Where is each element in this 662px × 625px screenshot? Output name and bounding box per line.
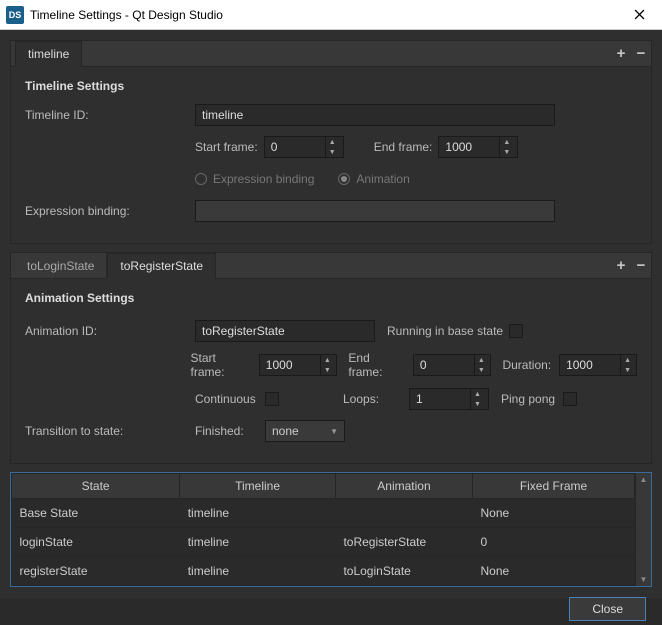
start-frame-label: Start frame: (195, 140, 258, 154)
scroll-down-icon[interactable]: ▼ (636, 573, 651, 586)
spin-down-icon[interactable]: ▼ (326, 147, 339, 157)
duration-label: Duration: (502, 358, 553, 372)
expression-binding-label: Expression binding: (25, 204, 195, 218)
spin-down-icon[interactable]: ▼ (321, 365, 334, 375)
spin-down-icon[interactable]: ▼ (471, 399, 484, 409)
app-icon: DS (6, 6, 24, 24)
expression-binding-input (195, 200, 555, 222)
finished-combo[interactable]: none ▼ (265, 420, 345, 442)
table-header-row: State Timeline Animation Fixed Frame (12, 474, 635, 499)
spin-up-icon[interactable]: ▲ (500, 137, 513, 147)
close-button[interactable]: Close (569, 597, 646, 621)
tab-timeline[interactable]: timeline (15, 41, 82, 67)
loops-label: Loops: (343, 392, 403, 406)
spin-down-icon[interactable]: ▼ (621, 365, 634, 375)
col-timeline[interactable]: Timeline (180, 474, 336, 499)
state-table: State Timeline Animation Fixed Frame Bas… (10, 472, 652, 587)
timeline-panel: timeline + − Timeline Settings Timeline … (10, 40, 652, 244)
anim-start-frame-label: Start frame: (191, 351, 253, 379)
spin-up-icon[interactable]: ▲ (326, 137, 339, 147)
radio-expression-binding[interactable]: Expression binding (195, 172, 314, 186)
timeline-id-input[interactable] (195, 104, 555, 126)
table-row[interactable]: registerState timeline toLoginState None (12, 557, 635, 586)
spin-up-icon[interactable]: ▲ (321, 355, 334, 365)
anim-start-frame-input[interactable]: ▲▼ (259, 354, 337, 376)
add-timeline-button[interactable]: + (611, 45, 631, 63)
timeline-id-label: Timeline ID: (25, 108, 195, 122)
spin-up-icon[interactable]: ▲ (475, 355, 488, 365)
window-title: Timeline Settings - Qt Design Studio (30, 8, 617, 22)
anim-end-frame-label: End frame: (348, 351, 406, 379)
finished-label: Finished: (195, 424, 259, 438)
running-base-state-label: Running in base state (387, 324, 503, 338)
spin-down-icon[interactable]: ▼ (500, 147, 513, 157)
transition-to-state-label: Transition to state: (25, 424, 195, 438)
remove-animation-button[interactable]: − (631, 257, 651, 275)
tab-to-login-state[interactable]: toLoginState (15, 254, 107, 278)
pingpong-label: Ping pong (501, 392, 557, 406)
spin-up-icon[interactable]: ▲ (471, 389, 484, 399)
anim-end-frame-input[interactable]: ▲▼ (413, 354, 491, 376)
animation-panel: toLoginState toRegisterState + − Animati… (10, 252, 652, 464)
duration-input[interactable]: ▲▼ (559, 354, 637, 376)
tab-to-register-state[interactable]: toRegisterState (107, 253, 216, 279)
end-frame-label: End frame: (374, 140, 433, 154)
continuous-checkbox[interactable] (265, 392, 279, 406)
timeline-tabbar: timeline + − (11, 41, 651, 67)
radio-animation[interactable]: Animation (338, 172, 409, 186)
col-animation[interactable]: Animation (335, 474, 472, 499)
title-bar: DS Timeline Settings - Qt Design Studio (0, 0, 662, 30)
animation-tabbar: toLoginState toRegisterState + − (11, 253, 651, 279)
animation-id-input[interactable] (195, 320, 375, 342)
table-scrollbar[interactable]: ▲ ▼ (635, 473, 651, 586)
table-row[interactable]: Base State timeline None (12, 499, 635, 528)
continuous-label: Continuous (195, 392, 259, 406)
running-base-state-checkbox[interactable] (509, 324, 523, 338)
loops-input[interactable]: ▲▼ (409, 388, 489, 410)
animation-id-label: Animation ID: (25, 324, 195, 338)
col-fixed-frame[interactable]: Fixed Frame (473, 474, 635, 499)
table-row[interactable]: loginState timeline toRegisterState 0 (12, 528, 635, 557)
col-state[interactable]: State (12, 474, 180, 499)
spin-up-icon[interactable]: ▲ (621, 355, 634, 365)
scroll-up-icon[interactable]: ▲ (636, 473, 651, 486)
animation-settings-heading: Animation Settings (25, 291, 637, 305)
add-animation-button[interactable]: + (611, 257, 631, 275)
chevron-down-icon: ▼ (330, 427, 338, 436)
window-close-button[interactable] (617, 0, 662, 30)
pingpong-checkbox[interactable] (563, 392, 577, 406)
remove-timeline-button[interactable]: − (631, 45, 651, 63)
timeline-settings-heading: Timeline Settings (25, 79, 637, 93)
start-frame-input[interactable]: ▲▼ (264, 136, 344, 158)
spin-down-icon[interactable]: ▼ (475, 365, 488, 375)
end-frame-input[interactable]: ▲▼ (438, 136, 518, 158)
